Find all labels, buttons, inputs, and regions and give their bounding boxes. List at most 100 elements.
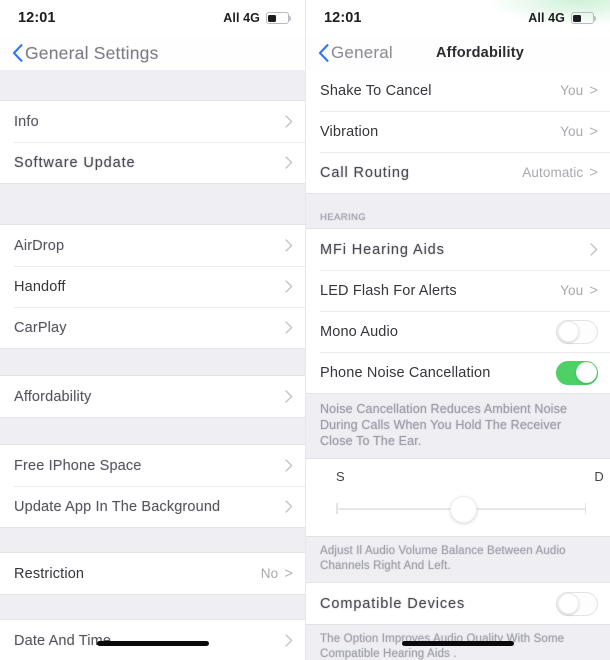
row-label: MFi Hearing Aids (320, 241, 445, 258)
row-value: You (560, 283, 584, 298)
status-bar-left: 12:01 All 4G (0, 0, 305, 36)
slider-tick-right (584, 503, 586, 514)
list-gap (0, 595, 305, 619)
footnote-noise-cancellation: Noise Cancellation Reduces Ambient Noise… (306, 394, 610, 458)
settings-group-system: Info Software Update (0, 100, 305, 184)
row-free-iphone-space[interactable]: Free IPhone Space (0, 445, 305, 486)
chevron-right-icon: > (589, 164, 598, 181)
settings-group-accessibility: Affordability (0, 375, 305, 418)
toggle-mono-audio[interactable] (556, 319, 598, 344)
row-date-and-time[interactable]: Date And Time (0, 620, 305, 660)
row-led-flash-for-alerts[interactable]: LED Flash For Alerts You > (306, 270, 610, 311)
nav-bar-right: General Affordability (306, 36, 610, 70)
chevron-right-icon (285, 390, 293, 403)
list-gap (0, 70, 305, 100)
row-label: Software Update (14, 154, 136, 171)
row-label: Free IPhone Space (14, 457, 142, 474)
back-button-label: General (331, 43, 393, 62)
settings-group-connectivity: AirDrop Handoff CarPlay (0, 224, 305, 349)
slider-knob[interactable] (449, 496, 477, 523)
chevron-right-icon (285, 115, 293, 128)
battery-low-icon (266, 12, 292, 24)
chevron-right-icon (285, 280, 293, 293)
chevron-right-icon (285, 634, 293, 647)
settings-list-right: Shake To Cancel You > Vibration You > Ca… (306, 70, 610, 660)
status-time: 12:01 (18, 10, 56, 26)
settings-group-hearing: MFi Hearing Aids LED Flash For Alerts Yo… (306, 228, 610, 394)
section-header-hearing: HEARING (306, 194, 610, 228)
row-compatible-devices[interactable]: Compatible Devices (306, 583, 610, 624)
list-gap (0, 184, 305, 224)
row-label: Mono Audio (320, 323, 399, 340)
chevron-right-icon (285, 239, 293, 252)
list-gap (0, 528, 305, 552)
row-label: Update App In The Background (14, 498, 221, 515)
chevron-right-icon (285, 321, 293, 334)
row-shake-to-cancel[interactable]: Shake To Cancel You > (306, 70, 610, 111)
settings-group-call: Shake To Cancel You > Vibration You > Ca… (306, 70, 610, 194)
row-info[interactable]: Info (0, 101, 305, 142)
row-label: CarPlay (14, 319, 67, 336)
row-vibration[interactable]: Vibration You > (306, 111, 610, 152)
row-airdrop[interactable]: AirDrop (0, 225, 305, 266)
row-label: Restriction (14, 565, 85, 582)
row-label: Call Routing (320, 164, 410, 181)
footnote-audio-balance: Adjust Il Audio Volume Balance Between A… (306, 537, 610, 582)
row-label: Handoff (14, 278, 66, 295)
right-phone-screen: 12:01 All 4G General Affordability Shake… (305, 0, 610, 660)
status-carrier: All 4G (223, 11, 260, 25)
slider-end-labels: S D (320, 467, 604, 484)
chevron-right-icon (285, 156, 293, 169)
chevron-right-icon (590, 243, 598, 256)
row-label: Affordability (14, 388, 92, 405)
chevron-right-icon: > (589, 82, 598, 99)
chevron-right-icon (285, 459, 293, 472)
back-button-label: General Settings (25, 42, 159, 63)
list-gap (0, 418, 305, 444)
chevron-right-icon: > (589, 123, 598, 140)
row-carplay[interactable]: CarPlay (0, 307, 305, 348)
audio-balance-slider-block: S D (306, 458, 610, 537)
settings-group-restriction: Restriction No > (0, 552, 305, 595)
left-phone-screen: 12:01 All 4G General Settings Info Softw… (0, 0, 305, 660)
battery-low-icon (571, 12, 597, 24)
chevron-right-icon: > (589, 282, 598, 299)
status-time: 12:01 (324, 10, 362, 26)
status-indicators: All 4G (223, 11, 292, 25)
row-mono-audio[interactable]: Mono Audio (306, 311, 610, 352)
slider-left-label: S (336, 469, 345, 484)
row-affordability[interactable]: Affordability (0, 376, 305, 417)
row-value: You (560, 124, 584, 139)
row-label: AirDrop (14, 237, 65, 254)
settings-group-compatible-devices: Compatible Devices (306, 582, 610, 625)
list-gap (0, 349, 305, 375)
slider-right-label: D (594, 469, 604, 484)
toggle-compatible-devices[interactable] (556, 591, 598, 616)
chevron-left-icon (318, 44, 329, 62)
back-button-general[interactable]: General (318, 43, 393, 63)
status-carrier: All 4G (528, 11, 565, 25)
row-label: Vibration (320, 123, 379, 140)
row-restriction[interactable]: Restriction No > (0, 553, 305, 594)
chevron-right-icon (285, 500, 293, 513)
nav-bar-left: General Settings (0, 36, 305, 70)
row-handoff[interactable]: Handoff (0, 266, 305, 307)
audio-balance-slider[interactable] (320, 494, 596, 524)
settings-group-locale: Date And Time Keyboard Language (0, 619, 305, 660)
row-label: Info (14, 113, 39, 130)
row-value: Automatic (522, 165, 584, 180)
row-label: Shake To Cancel (320, 82, 432, 99)
home-indicator[interactable] (402, 641, 514, 646)
row-call-routing[interactable]: Call Routing Automatic > (306, 152, 610, 193)
settings-list-left: Info Software Update AirDrop Handoff Car… (0, 70, 305, 660)
home-indicator[interactable] (96, 641, 209, 646)
row-label: Phone Noise Cancellation (320, 364, 491, 381)
back-button-general-settings[interactable]: General Settings (12, 43, 159, 64)
row-software-update[interactable]: Software Update (0, 142, 305, 183)
toggle-phone-noise-cancellation[interactable] (556, 360, 598, 385)
row-update-app-in-the-background[interactable]: Update App In The Background (0, 486, 305, 527)
toggle-knob (576, 361, 597, 383)
row-phone-noise-cancellation[interactable]: Phone Noise Cancellation (306, 352, 610, 393)
row-mfi-hearing-aids[interactable]: MFi Hearing Aids (306, 229, 610, 270)
row-label: LED Flash For Alerts (320, 282, 457, 299)
